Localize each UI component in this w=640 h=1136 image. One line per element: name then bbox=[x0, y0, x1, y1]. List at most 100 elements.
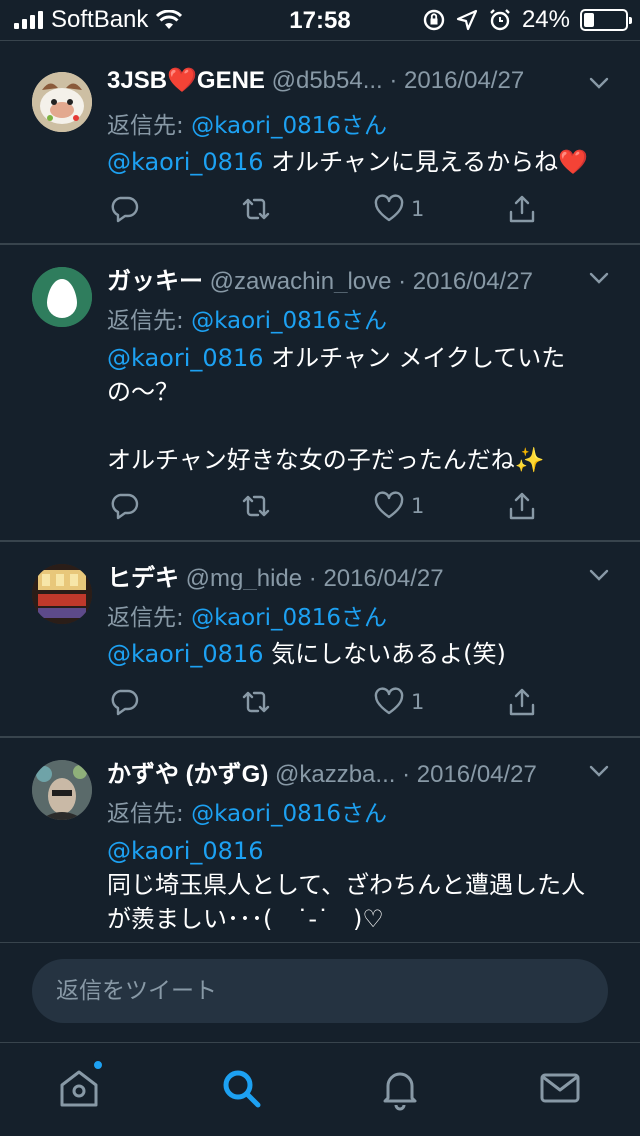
tweet-actions: 1 bbox=[108, 192, 548, 226]
handle[interactable]: @mg_hide bbox=[186, 565, 302, 590]
like-button[interactable]: 1 bbox=[373, 192, 424, 226]
tweet-date: · 2016/04/27 bbox=[389, 67, 525, 94]
retweet-button[interactable] bbox=[240, 192, 272, 226]
like-count: 1 bbox=[411, 494, 425, 518]
tweet-text: 気にしないあるよ(笑) bbox=[263, 640, 506, 668]
reply-to-mention[interactable]: @kaori_0816さん bbox=[191, 113, 387, 139]
tweet-actions: 1 bbox=[108, 685, 548, 719]
chevron-down-icon[interactable] bbox=[588, 760, 610, 782]
share-button[interactable] bbox=[506, 685, 538, 719]
like-count: 1 bbox=[411, 690, 425, 714]
chevron-down-icon[interactable] bbox=[588, 72, 610, 94]
retweet-icon bbox=[242, 691, 270, 713]
like-button[interactable]: 1 bbox=[373, 489, 424, 523]
avatar[interactable] bbox=[32, 267, 92, 327]
status-right: 24% bbox=[422, 6, 632, 34]
orientation-lock-icon bbox=[423, 9, 445, 31]
tab-messages[interactable] bbox=[537, 1065, 583, 1111]
reply-to-mention[interactable]: @kaori_0816さん bbox=[191, 605, 387, 631]
mention-link[interactable]: @kaori_0816 bbox=[107, 344, 263, 372]
tweet-body: @kaori_0816 気にしないあるよ(笑) bbox=[107, 638, 600, 671]
tab-search[interactable] bbox=[218, 1065, 264, 1111]
mention-link[interactable]: @kaori_0816 bbox=[107, 148, 263, 176]
retweet-icon bbox=[242, 495, 270, 517]
battery-icon bbox=[580, 9, 632, 31]
retweet-button[interactable] bbox=[240, 685, 272, 719]
tweet-header: ヒデキ @mg_hide · 2016/04/27 bbox=[107, 558, 580, 590]
tweet-card[interactable]: ガッキー @zawachin_love · 2016/04/27 返信先: @k… bbox=[0, 245, 640, 542]
share-icon bbox=[509, 492, 535, 520]
tweet-header: ガッキー @zawachin_love · 2016/04/27 bbox=[107, 261, 580, 293]
notifications-icon bbox=[383, 1072, 417, 1111]
tweet-card[interactable]: ヒデキ @mg_hide · 2016/04/27 返信先: @kaori_08… bbox=[0, 542, 640, 738]
retweet-button[interactable] bbox=[240, 489, 272, 523]
face-photo-avatar-icon bbox=[32, 760, 92, 820]
tweet-actions: 1 bbox=[108, 489, 548, 523]
reply-to-label: 返信先: bbox=[107, 113, 192, 139]
tweet-card[interactable]: 3JSB❤️GENE @d5b54... · 2016/04/27 返信先: @… bbox=[0, 50, 640, 245]
chevron-down-icon[interactable] bbox=[588, 564, 610, 586]
alarm-icon bbox=[490, 9, 510, 31]
reply-to: 返信先: @kaori_0816さん bbox=[107, 106, 387, 140]
heart-icon bbox=[374, 194, 404, 222]
tweet-header: 3JSB❤️GENE @d5b54... · 2016/04/27 bbox=[107, 66, 580, 98]
display-name[interactable]: かずや (かずG) bbox=[107, 761, 268, 786]
share-button[interactable] bbox=[506, 489, 538, 523]
tweet-text: 同じ埼玉県人として、ざわちんと遭遇した人が羨ましい･･･( ˙-˙ )♡ bbox=[107, 871, 586, 933]
mention-link[interactable]: @kaori_0816 bbox=[107, 640, 263, 668]
like-button[interactable]: 1 bbox=[373, 685, 424, 719]
tab-home[interactable] bbox=[56, 1059, 104, 1111]
tweet-body: @kaori_0816 オルチャンに見えるからね❤️ bbox=[107, 146, 600, 179]
heart-icon bbox=[374, 687, 404, 715]
notification-dot bbox=[92, 1059, 104, 1071]
display-name[interactable]: ガッキー bbox=[107, 268, 203, 293]
reply-to: 返信先: @kaori_0816さん bbox=[107, 794, 387, 828]
search-icon bbox=[223, 1070, 261, 1108]
egg-avatar-icon bbox=[32, 267, 92, 327]
tweet-date: · 2016/04/27 bbox=[398, 268, 533, 293]
reply-to-label: 返信先: bbox=[107, 308, 192, 334]
tweet-date: · 2016/04/27 bbox=[308, 565, 444, 590]
share-icon bbox=[509, 688, 535, 716]
location-icon bbox=[456, 9, 478, 31]
avatar[interactable] bbox=[32, 72, 92, 132]
mention-link[interactable]: @kaori_0816 bbox=[107, 837, 263, 865]
status-bar: SoftBank 17:58 24% bbox=[0, 0, 640, 40]
share-icon bbox=[509, 195, 535, 223]
chevron-down-icon[interactable] bbox=[588, 267, 610, 289]
reply-button[interactable] bbox=[108, 489, 140, 523]
reply-to-mention[interactable]: @kaori_0816さん bbox=[191, 801, 387, 827]
avatar[interactable] bbox=[32, 564, 92, 624]
messages-icon bbox=[540, 1073, 580, 1103]
reply-icon bbox=[111, 493, 139, 520]
heart-icon bbox=[374, 491, 404, 519]
tweet-date: · 2016/04/27 bbox=[402, 761, 537, 786]
tab-notifications[interactable] bbox=[377, 1065, 423, 1111]
battery-level bbox=[584, 13, 594, 27]
handle[interactable]: @kazzba... bbox=[275, 761, 395, 786]
reply-input[interactable] bbox=[32, 959, 608, 1023]
handle[interactable]: @d5b54... bbox=[272, 67, 383, 94]
display-name[interactable]: 3JSB❤️GENE bbox=[107, 67, 265, 94]
avatar[interactable] bbox=[32, 760, 92, 820]
reply-icon bbox=[111, 689, 139, 716]
arcade-photo-avatar-icon bbox=[32, 564, 92, 624]
tab-bar bbox=[0, 1042, 640, 1136]
reply-button[interactable] bbox=[108, 192, 140, 226]
reply-icon bbox=[111, 196, 139, 223]
tweet-header: かずや (かずG) @kazzba... · 2016/04/27 bbox=[107, 754, 580, 786]
tweet-body: @kaori_0816 同じ埼玉県人として、ざわちんと遭遇した人が羨ましい･･･… bbox=[107, 834, 600, 936]
reply-composer bbox=[0, 942, 640, 1042]
display-name[interactable]: ヒデキ bbox=[107, 565, 179, 590]
reply-to: 返信先: @kaori_0816さん bbox=[107, 301, 387, 335]
tweet-card[interactable]: かずや (かずG) @kazzba... · 2016/04/27 返信先: @… bbox=[0, 738, 640, 942]
reply-to-label: 返信先: bbox=[107, 801, 192, 827]
reply-button[interactable] bbox=[108, 685, 140, 719]
reply-to-mention[interactable]: @kaori_0816さん bbox=[191, 308, 387, 334]
share-button[interactable] bbox=[506, 192, 538, 226]
reply-to-label: 返信先: bbox=[107, 605, 192, 631]
battery-percent: 24% bbox=[521, 6, 570, 33]
like-count: 1 bbox=[411, 197, 425, 221]
handle[interactable]: @zawachin_love bbox=[210, 268, 392, 293]
tweet-body: @kaori_0816 オルチャン メイクしていたの〜？ オルチャン好きな女の子… bbox=[107, 341, 600, 477]
